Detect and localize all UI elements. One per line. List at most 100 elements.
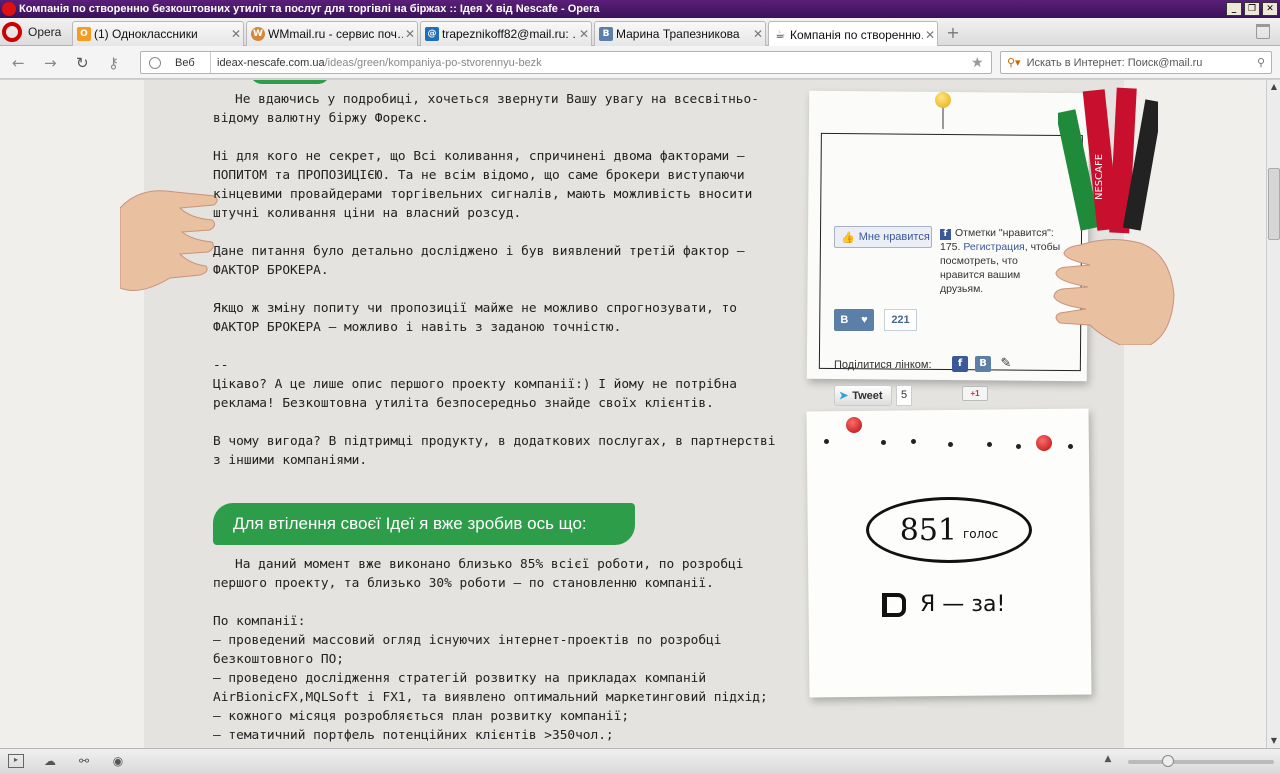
- tab-label: trapeznikoff82@mail.ru: …: [442, 27, 577, 41]
- opera-menu-label: Opera: [28, 25, 62, 39]
- restore-button[interactable]: ❐: [1244, 2, 1260, 16]
- page-viewport: Не вдаючись у подробиці, хочеться зверну…: [0, 80, 1266, 748]
- article-separator: --: [213, 358, 229, 373]
- vk-like-count: 221: [884, 309, 917, 331]
- url-field[interactable]: ideax-nescafe.com.ua/ideas/green/kompani…: [211, 57, 971, 69]
- close-tab-icon[interactable]: ✕: [403, 27, 417, 41]
- vote-button-label: Я — за!: [920, 592, 1006, 617]
- facebook-share-icon[interactable]: f: [952, 356, 968, 372]
- search-icon[interactable]: ⚲: [1257, 56, 1265, 69]
- article-paragraph: В чому вигода? В підтримці продукту, в д…: [213, 434, 776, 468]
- tab-label: Компанія по створенню…: [790, 27, 923, 42]
- list-item: – кожного місяця розробляється план розв…: [213, 709, 630, 724]
- new-tab-button[interactable]: +: [944, 23, 962, 42]
- facebook-like-label: Мне нравится: [858, 231, 930, 243]
- list-item: – проведено дослідження стратегій розвит…: [213, 671, 768, 705]
- url-host: ideax-nescafe.com.ua: [217, 56, 325, 69]
- opera-o-icon: [2, 22, 22, 42]
- cloud-icon[interactable]: ☁: [42, 754, 58, 768]
- vote-counter: 851 голос: [866, 497, 1032, 563]
- close-tab-icon[interactable]: ✕: [923, 28, 937, 42]
- close-tab-icon[interactable]: ✕: [751, 27, 765, 41]
- bookmark-star-icon[interactable]: ★: [971, 54, 991, 71]
- tweet-count: 5: [896, 385, 912, 406]
- vk-label: В: [840, 314, 849, 326]
- list-title: По компанії:: [213, 614, 306, 629]
- previous-banner-edge: [250, 80, 330, 84]
- article-paragraph: Дане питання було детально досліджено і …: [213, 244, 745, 278]
- back-arrow-icon[interactable]: ←: [12, 54, 25, 72]
- opera-menu-button[interactable]: Opera: [0, 20, 66, 44]
- scroll-up-arrow-icon[interactable]: ▲: [1267, 80, 1280, 94]
- pencil-share-icon[interactable]: ✎: [998, 356, 1014, 372]
- url-path: /ideas/green/kompaniya-po-stvorennyu-bez…: [324, 56, 542, 69]
- address-bar[interactable]: Веб ideax-nescafe.com.ua/ideas/green/kom…: [140, 51, 992, 74]
- vote-bracket-icon: [882, 592, 906, 617]
- yellow-pin-icon: [935, 92, 951, 108]
- address-mode-label: Веб: [175, 56, 195, 69]
- search-field[interactable]: ⚲▾ Искать в Интернет: Поиск@mail.ru ⚲: [1000, 51, 1272, 74]
- close-window-button[interactable]: ✕: [1262, 2, 1278, 16]
- status-bar: ▸ ☁ ⚯ ◉ ▲: [0, 748, 1280, 774]
- article-paragraph: Не вдаючись у подробиці, хочеться зверну…: [213, 92, 759, 126]
- article-paragraph: На даний момент вже виконано близько 85%…: [213, 557, 744, 591]
- tab-mail[interactable]: @ trapeznikoff82@mail.ru: … ✕: [420, 21, 592, 46]
- facebook-like-text: f Отметки "нравится": 175. Регистрация, ч…: [940, 226, 1064, 296]
- scrollbar-thumb[interactable]: [1268, 168, 1280, 240]
- tweet-button[interactable]: ➤ Tweet: [834, 385, 892, 406]
- tab-nescafe-active[interactable]: ☕ Компанія по створенню… ✕: [768, 21, 938, 47]
- right-hand-image: [1053, 239, 1175, 345]
- article-paragraph: Ні для кого не секрет, що Всі коливання,…: [213, 149, 753, 221]
- red-pin-icon: [846, 417, 862, 433]
- tweet-label: Tweet: [852, 389, 883, 402]
- scroll-down-arrow-icon[interactable]: ▼: [1267, 734, 1280, 748]
- thumbs-up-icon: 👍: [841, 231, 855, 244]
- decor-dot: [824, 439, 829, 444]
- twitter-bird-icon: ➤: [839, 390, 849, 402]
- vk-like-button[interactable]: В ♥: [834, 309, 874, 331]
- opera-logo-icon: [2, 2, 16, 16]
- zoom-slider[interactable]: [1128, 755, 1274, 767]
- section-banner: Для втілення своєї Ідеї я вже зробив ось…: [213, 503, 635, 545]
- article-paragraph: Цікаво? А це лише опис першого проекту к…: [213, 377, 737, 411]
- speed-dial-icon[interactable]: ◉: [110, 754, 126, 768]
- list-item: – проведений массовий огляд існуючих інт…: [213, 633, 722, 667]
- wmmail-favicon-icon: W: [251, 27, 265, 41]
- tab-vk[interactable]: B Марина Трапезникова ✕: [594, 21, 766, 46]
- decor-dot: [987, 442, 992, 447]
- vk-share-icon[interactable]: B: [975, 356, 991, 372]
- red-pin-icon: [1036, 435, 1052, 451]
- article-paragraph: Якщо ж зміну попиту чи пропозиції майже …: [213, 301, 737, 335]
- facebook-register-link[interactable]: Регистрация: [963, 241, 1024, 253]
- vote-button[interactable]: Я — за!: [882, 592, 1005, 617]
- decor-dot: [881, 440, 886, 445]
- share-icon[interactable]: ⚯: [76, 754, 92, 768]
- vote-count: 851: [899, 512, 957, 548]
- mail-favicon-icon: @: [425, 27, 439, 41]
- close-tab-icon[interactable]: ✕: [577, 27, 591, 41]
- heart-icon: ♥: [861, 314, 868, 326]
- vertical-scrollbar[interactable]: ▲ ▼: [1266, 80, 1280, 748]
- google-plus-one-button[interactable]: +1: [962, 386, 988, 401]
- nescafe-favicon-icon: ☕: [775, 27, 785, 41]
- search-engine-icon[interactable]: ⚲▾: [1007, 56, 1021, 69]
- tab-label: (1) Одноклассники: [94, 27, 198, 41]
- key-icon[interactable]: ⚷: [108, 54, 119, 72]
- search-placeholder: Искать в Интернет: Поиск@mail.ru: [1026, 56, 1203, 69]
- decor-dot: [1068, 444, 1073, 449]
- minimize-button[interactable]: _: [1226, 2, 1242, 16]
- tab-odnoklassniki[interactable]: О (1) Одноклассники ✕: [72, 21, 244, 46]
- address-mode[interactable]: Веб: [141, 52, 211, 73]
- facebook-like-button[interactable]: 👍 Мне нравится: [834, 226, 932, 248]
- globe-icon: [149, 56, 161, 69]
- forward-arrow-icon[interactable]: →: [44, 54, 57, 72]
- nescafe-packets-image: NESCAFE: [1058, 87, 1158, 234]
- trash-icon[interactable]: [1256, 24, 1270, 39]
- zoom-slider-knob[interactable]: [1162, 755, 1174, 767]
- zoom-up-icon[interactable]: ▲: [1100, 754, 1116, 768]
- panel-toggle-icon[interactable]: ▸: [8, 754, 24, 768]
- close-tab-icon[interactable]: ✕: [229, 27, 243, 41]
- tab-wmmail[interactable]: W WMmail.ru - сервис поч… ✕: [246, 21, 418, 46]
- left-hand-image: [120, 190, 218, 291]
- reload-icon[interactable]: ↻: [76, 54, 89, 72]
